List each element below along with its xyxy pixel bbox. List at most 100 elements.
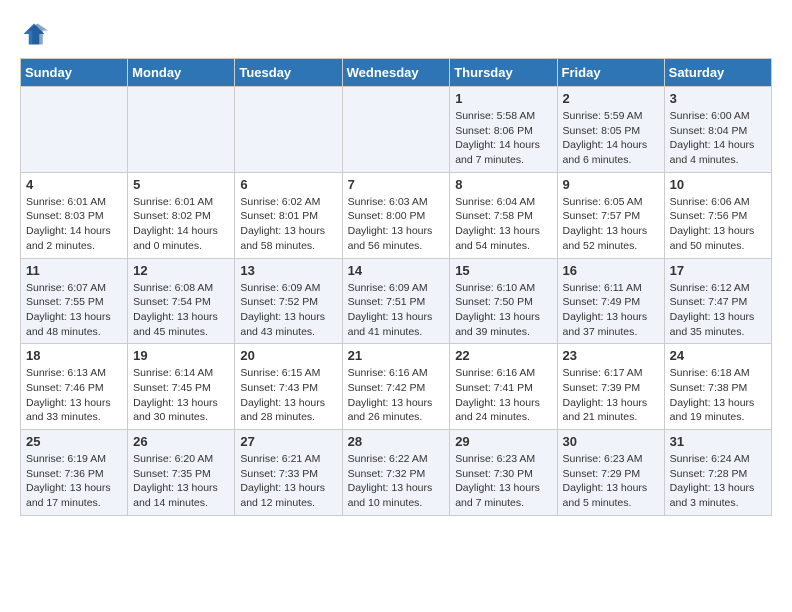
day-content: Sunrise: 6:03 AMSunset: 8:00 PMDaylight:…: [348, 195, 445, 254]
day-content: Sunrise: 6:16 AMSunset: 7:42 PMDaylight:…: [348, 366, 445, 425]
day-number: 24: [670, 348, 766, 363]
calendar-cell: 27 Sunrise: 6:21 AMSunset: 7:33 PMDayligh…: [235, 430, 342, 516]
calendar-cell: 29 Sunrise: 6:23 AMSunset: 7:30 PMDayligh…: [450, 430, 557, 516]
day-number: 20: [240, 348, 336, 363]
calendar-cell: 10 Sunrise: 6:06 AMSunset: 7:56 PMDayligh…: [664, 172, 771, 258]
calendar-week-row: 11Sunrise: 6:07 AMSunset: 7:55 PMDayligh…: [21, 258, 772, 344]
day-number: 5: [133, 177, 229, 192]
day-content: Sunrise: 6:24 AMSunset: 7:28 PMDaylight:…: [670, 452, 766, 511]
day-number: 7: [348, 177, 445, 192]
day-content: Sunrise: 6:10 AMSunset: 7:50 PMDaylight:…: [455, 281, 551, 340]
day-content: Sunrise: 6:16 AMSunset: 7:41 PMDaylight:…: [455, 366, 551, 425]
day-content: Sunrise: 6:23 AMSunset: 7:30 PMDaylight:…: [455, 452, 551, 511]
calendar-week-row: 18 Sunrise: 6:13 AMSunset: 7:46 PMDayligh…: [21, 344, 772, 430]
calendar-cell: 6 Sunrise: 6:02 AMSunset: 8:01 PMDaylight…: [235, 172, 342, 258]
day-content: Sunrise: 6:06 AMSunset: 7:56 PMDaylight:…: [670, 195, 766, 254]
day-number: 6: [240, 177, 336, 192]
day-number: 3: [670, 91, 766, 106]
day-content: Sunrise: 6:15 AMSunset: 7:43 PMDaylight:…: [240, 366, 336, 425]
calendar-cell: 13 Sunrise: 6:09 AMSunset: 7:52 PMDayligh…: [235, 258, 342, 344]
weekday-header-monday: Monday: [128, 59, 235, 87]
day-content: Sunrise: 6:19 AMSunset: 7:36 PMDaylight:…: [26, 452, 122, 511]
page-header: [20, 20, 772, 48]
logo: [20, 20, 52, 48]
day-number: 11: [26, 263, 122, 278]
day-number: 14: [348, 263, 445, 278]
calendar-week-row: 1 Sunrise: 5:58 AMSunset: 8:06 PMDaylight…: [21, 87, 772, 173]
day-content: Sunrise: 6:01 AMSunset: 8:02 PMDaylight:…: [133, 195, 229, 254]
day-number: 27: [240, 434, 336, 449]
calendar-cell: 7 Sunrise: 6:03 AMSunset: 8:00 PMDaylight…: [342, 172, 450, 258]
weekday-header-friday: Friday: [557, 59, 664, 87]
calendar-cell: 11Sunrise: 6:07 AMSunset: 7:55 PMDayligh…: [21, 258, 128, 344]
weekday-header-wednesday: Wednesday: [342, 59, 450, 87]
calendar-week-row: 25 Sunrise: 6:19 AMSunset: 7:36 PMDayligh…: [21, 430, 772, 516]
day-number: 29: [455, 434, 551, 449]
calendar-week-row: 4 Sunrise: 6:01 AMSunset: 8:03 PMDaylight…: [21, 172, 772, 258]
day-content: Sunrise: 6:14 AMSunset: 7:45 PMDaylight:…: [133, 366, 229, 425]
calendar-cell: 3 Sunrise: 6:00 AMSunset: 8:04 PMDaylight…: [664, 87, 771, 173]
day-content: Sunrise: 5:58 AMSunset: 8:06 PMDaylight:…: [455, 109, 551, 168]
calendar-cell: 18 Sunrise: 6:13 AMSunset: 7:46 PMDayligh…: [21, 344, 128, 430]
day-number: 30: [563, 434, 659, 449]
day-content: Sunrise: 6:22 AMSunset: 7:32 PMDaylight:…: [348, 452, 445, 511]
calendar-cell: 26Sunrise: 6:20 AMSunset: 7:35 PMDayligh…: [128, 430, 235, 516]
calendar-cell: 9Sunrise: 6:05 AMSunset: 7:57 PMDaylight…: [557, 172, 664, 258]
day-number: 21: [348, 348, 445, 363]
day-content: Sunrise: 6:00 AMSunset: 8:04 PMDaylight:…: [670, 109, 766, 168]
day-number: 8: [455, 177, 551, 192]
day-content: Sunrise: 6:05 AMSunset: 7:57 PMDaylight:…: [563, 195, 659, 254]
day-content: Sunrise: 6:13 AMSunset: 7:46 PMDaylight:…: [26, 366, 122, 425]
calendar-cell: 14 Sunrise: 6:09 AMSunset: 7:51 PMDayligh…: [342, 258, 450, 344]
weekday-header-tuesday: Tuesday: [235, 59, 342, 87]
calendar-cell: [342, 87, 450, 173]
day-content: Sunrise: 6:21 AMSunset: 7:33 PMDaylight:…: [240, 452, 336, 511]
logo-icon: [20, 20, 48, 48]
day-number: 31: [670, 434, 766, 449]
day-content: Sunrise: 6:17 AMSunset: 7:39 PMDaylight:…: [563, 366, 659, 425]
calendar-cell: [235, 87, 342, 173]
day-number: 13: [240, 263, 336, 278]
day-number: 19: [133, 348, 229, 363]
day-content: Sunrise: 6:08 AMSunset: 7:54 PMDaylight:…: [133, 281, 229, 340]
calendar-cell: 5 Sunrise: 6:01 AMSunset: 8:02 PMDaylight…: [128, 172, 235, 258]
day-number: 10: [670, 177, 766, 192]
calendar-cell: 16Sunrise: 6:11 AMSunset: 7:49 PMDayligh…: [557, 258, 664, 344]
day-content: Sunrise: 6:09 AMSunset: 7:51 PMDaylight:…: [348, 281, 445, 340]
day-content: Sunrise: 6:02 AMSunset: 8:01 PMDaylight:…: [240, 195, 336, 254]
calendar-cell: 30 Sunrise: 6:23 AMSunset: 7:29 PMDayligh…: [557, 430, 664, 516]
day-number: 4: [26, 177, 122, 192]
calendar-cell: 20 Sunrise: 6:15 AMSunset: 7:43 PMDayligh…: [235, 344, 342, 430]
day-content: Sunrise: 6:20 AMSunset: 7:35 PMDaylight:…: [133, 452, 229, 511]
day-content: Sunrise: 6:09 AMSunset: 7:52 PMDaylight:…: [240, 281, 336, 340]
day-number: 15: [455, 263, 551, 278]
calendar-cell: 25 Sunrise: 6:19 AMSunset: 7:36 PMDayligh…: [21, 430, 128, 516]
calendar-cell: 19 Sunrise: 6:14 AMSunset: 7:45 PMDayligh…: [128, 344, 235, 430]
day-number: 17: [670, 263, 766, 278]
calendar-cell: 15 Sunrise: 6:10 AMSunset: 7:50 PMDayligh…: [450, 258, 557, 344]
day-number: 23: [563, 348, 659, 363]
day-number: 25: [26, 434, 122, 449]
calendar-cell: 21 Sunrise: 6:16 AMSunset: 7:42 PMDayligh…: [342, 344, 450, 430]
calendar-cell: 31 Sunrise: 6:24 AMSunset: 7:28 PMDayligh…: [664, 430, 771, 516]
day-content: Sunrise: 6:23 AMSunset: 7:29 PMDaylight:…: [563, 452, 659, 511]
day-content: Sunrise: 6:12 AMSunset: 7:47 PMDaylight:…: [670, 281, 766, 340]
calendar-cell: 22 Sunrise: 6:16 AMSunset: 7:41 PMDayligh…: [450, 344, 557, 430]
day-number: 1: [455, 91, 551, 106]
day-number: 18: [26, 348, 122, 363]
calendar-cell: 23 Sunrise: 6:17 AMSunset: 7:39 PMDayligh…: [557, 344, 664, 430]
day-content: Sunrise: 6:18 AMSunset: 7:38 PMDaylight:…: [670, 366, 766, 425]
weekday-header-row: SundayMondayTuesdayWednesdayThursdayFrid…: [21, 59, 772, 87]
calendar-cell: 8Sunrise: 6:04 AMSunset: 7:58 PMDaylight…: [450, 172, 557, 258]
calendar-cell: 12Sunrise: 6:08 AMSunset: 7:54 PMDayligh…: [128, 258, 235, 344]
weekday-header-saturday: Saturday: [664, 59, 771, 87]
calendar-cell: [21, 87, 128, 173]
day-number: 2: [563, 91, 659, 106]
day-number: 28: [348, 434, 445, 449]
day-content: Sunrise: 6:01 AMSunset: 8:03 PMDaylight:…: [26, 195, 122, 254]
day-number: 22: [455, 348, 551, 363]
calendar-cell: 4 Sunrise: 6:01 AMSunset: 8:03 PMDaylight…: [21, 172, 128, 258]
calendar-table: SundayMondayTuesdayWednesdayThursdayFrid…: [20, 58, 772, 516]
calendar-cell: 17 Sunrise: 6:12 AMSunset: 7:47 PMDayligh…: [664, 258, 771, 344]
calendar-cell: 2Sunrise: 5:59 AMSunset: 8:05 PMDaylight…: [557, 87, 664, 173]
